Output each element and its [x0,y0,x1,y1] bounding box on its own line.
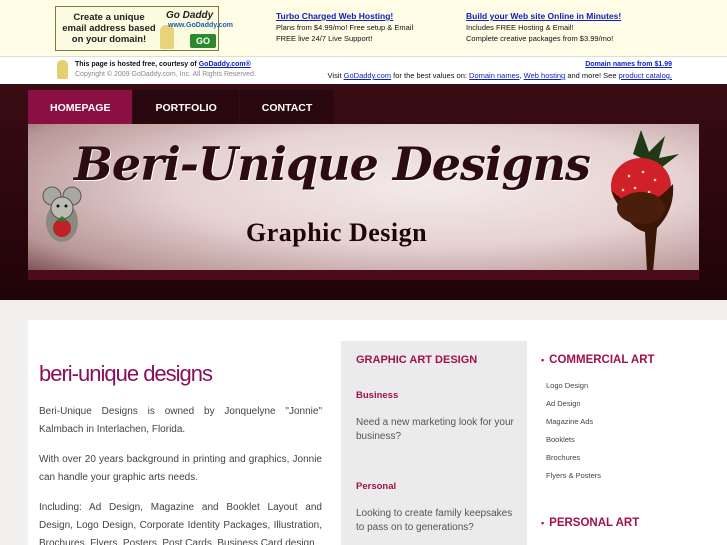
sidebar-item-brochures[interactable]: Brochures [546,453,580,463]
main-nav: HOMEPAGE PORTFOLIO CONTACT [28,90,335,127]
ad-copyright: Copyright © 2009 GoDaddy.com, Inc. All R… [75,71,256,78]
commercial-art-label: COMMERCIAL ART [549,354,655,366]
sidebar-item-ad-design[interactable]: Ad Design [546,399,581,409]
personal-text: Looking to create family keepsakes to pa… [356,508,513,533]
website-builder-ad-column: Build your Web site Online in Minutes! I… [466,10,621,44]
commercial-art-heading: • COMMERCIAL ART [541,352,655,368]
personal-art-heading: • PERSONAL ART [541,515,639,531]
graphic-art-heading: GRAPHIC ART DESIGN [356,354,478,366]
hosting-ad-line: FREE live 24/7 Live Support! [276,34,373,43]
godaddy-logo: Go Daddy [166,10,214,21]
godaddy-email-ad-banner[interactable]: Create a unique email address based on y… [55,6,233,51]
hosting-notice-line: This page is hosted free, courtesy of Go… [0,56,727,84]
product-catalog-link[interactable]: product catalog. [619,71,672,80]
ad-go-button[interactable]: GO [190,34,216,48]
sidebar-item-booklets[interactable]: Booklets [546,435,575,445]
personal-link[interactable]: Personal [356,480,396,494]
website-builder-ad-link[interactable]: Build your Web site Online in Minutes! [466,10,621,22]
hosted-notice: This page is hosted free, courtesy of Go… [75,60,251,70]
domain-names-link[interactable]: Domain names from $1.99 [585,60,672,70]
visit-web-hosting-link[interactable]: Web hosting [524,71,566,80]
website-builder-ad-line: Includes FREE Hosting & Email! [466,23,574,32]
visit-mid-text: for the best values on: [393,71,467,80]
godaddy-logo-url: www.GoDaddy.com [168,22,233,29]
godaddy-guy-icon [57,60,68,79]
mouse-mascot-icon [42,186,82,242]
header-banner: Beri-Unique Designs Graphic Design [28,124,699,280]
personal-art-label: PERSONAL ART [549,517,640,529]
business-text: Need a new marketing look for your busin… [356,417,514,442]
sidebar-item-flyers-posters[interactable]: Flyers & Posters [546,471,601,481]
sidebar-item-logo-design[interactable]: Logo Design [546,381,588,391]
website-builder-ad-line: Complete creative packages from $3.99/mo… [466,34,614,43]
graphic-art-design-panel: GRAPHIC ART DESIGN Business Need a new m… [341,341,527,545]
hosted-notice-text: This page is hosted free, courtesy of [75,61,197,68]
hosting-ad-link[interactable]: Turbo Charged Web Hosting! [276,10,413,22]
visit-more-text: and more! See [567,71,617,80]
hosting-ad-column: Turbo Charged Web Hosting! Plans from $4… [276,10,413,44]
services-paragraph: Including: Ad Design, Magazine and Bookl… [39,502,322,545]
nav-homepage[interactable]: HOMEPAGE [28,90,133,127]
main-content: beri-unique designs Beri-Unique Designs … [28,320,727,545]
site-header: HOMEPAGE PORTFOLIO CONTACT Beri-Unique D… [0,84,727,300]
visit-domain-names-link[interactable]: Domain names [469,71,519,80]
sidebar-item-magazine-ads[interactable]: Magazine Ads [546,417,593,427]
hosting-ad-bar: Create a unique email address based on y… [0,0,727,84]
experience-paragraph: With over 20 years background in printin… [39,454,322,483]
business-link[interactable]: Business [356,389,398,403]
visit-godaddy-link[interactable]: GoDaddy.com [344,71,391,80]
banner-subtitle: Graphic Design [246,218,428,247]
visit-godaddy-line: Visit GoDaddy.com for the best values on… [327,71,672,80]
nav-portfolio[interactable]: PORTFOLIO [133,90,239,127]
banner-title: Beri-Unique Designs [74,137,591,191]
page-title: beri-unique designs [39,361,213,386]
hosting-ad-line: Plans from $4.99/mo! Free setup & Email [276,23,414,32]
bullet-icon: • [541,355,545,365]
chocolate-strawberry-icon [611,130,679,272]
intro-paragraph: Beri-Unique Designs is owned by Jonquely… [39,406,322,435]
nav-contact[interactable]: CONTACT [239,90,335,127]
banner-bottom-strip [28,270,699,280]
bullet-icon: • [541,518,545,528]
ad-banner-text: Create a unique email address based on y… [62,12,156,45]
visit-prefix: Visit [327,71,342,80]
godaddy-home-link[interactable]: GoDaddy.com® [199,61,251,68]
